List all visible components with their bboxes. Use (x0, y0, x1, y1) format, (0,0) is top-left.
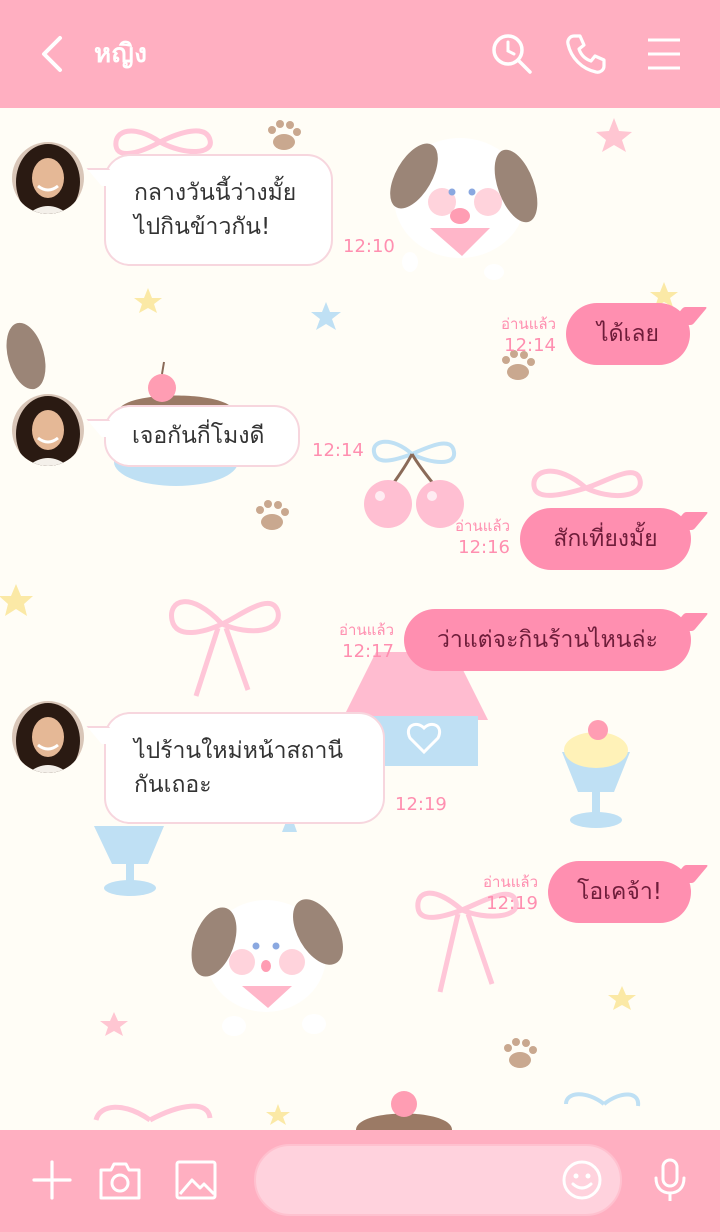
message-text: ว่าแต่จะกินร้านไหนล่ะ (437, 627, 658, 653)
puppy-illustration (191, 899, 343, 1036)
outgoing-message-bubble[interactable]: สักเที่ยงมั้ย (520, 508, 691, 570)
message-composer-bar (0, 1130, 720, 1232)
read-receipt: อ่านแล้ว 12:19 (483, 872, 538, 916)
message-text-line: กลางวันนี้ว่างมั้ย (134, 180, 297, 206)
message-timestamp: 12:10 (343, 236, 395, 257)
read-receipt: อ่านแล้ว 12:14 (501, 314, 556, 358)
message-text: สักเที่ยงมั้ย (553, 526, 658, 552)
message-timestamp: 12:14 (312, 440, 364, 461)
contact-name[interactable]: หญิง (94, 32, 148, 76)
outgoing-message-bubble[interactable]: โอเคจ้า! (548, 861, 691, 923)
message-input-field[interactable] (254, 1144, 622, 1216)
cake-illustration (356, 1091, 452, 1130)
chat-header: หญิง (0, 0, 720, 108)
message-timestamp: 12:16 (458, 537, 510, 558)
outgoing-message-bubble[interactable]: ได้เลย (566, 303, 690, 365)
message-text-line: กันเถอะ (134, 772, 212, 798)
back-chevron-icon[interactable] (36, 32, 72, 76)
message-input[interactable] (276, 1164, 556, 1198)
read-receipt: อ่านแล้ว 12:16 (455, 516, 510, 560)
phone-icon[interactable] (562, 30, 610, 78)
contact-avatar[interactable] (12, 142, 84, 214)
message-text-line: ไปกินข้าวกัน! (134, 214, 271, 240)
message-text: โอเคจ้า! (576, 879, 663, 905)
message-timestamp: 12:19 (395, 794, 447, 815)
read-status: อ่านแล้ว (501, 315, 556, 333)
message-text: ได้เลย (597, 321, 659, 347)
contact-avatar[interactable] (12, 394, 84, 466)
outgoing-message-bubble[interactable]: ว่าแต่จะกินร้านไหนล่ะ (404, 609, 691, 671)
message-timestamp: 12:14 (504, 335, 556, 356)
plus-icon[interactable] (28, 1156, 76, 1204)
cherry-icon (364, 453, 464, 528)
image-icon[interactable] (172, 1156, 220, 1204)
incoming-message-bubble[interactable]: ไปร้านใหม่หน้าสถานี กันเถอะ (104, 712, 385, 824)
camera-icon[interactable] (96, 1156, 144, 1204)
contact-avatar[interactable] (12, 701, 84, 773)
message-text-line: เจอกันกี่โมงดี (132, 423, 265, 449)
message-text-line: ไปร้านใหม่หน้าสถานี (134, 738, 344, 764)
incoming-message-bubble[interactable]: กลางวันนี้ว่างมั้ย ไปกินข้าวกัน! (104, 154, 333, 266)
message-timestamp: 12:17 (342, 641, 394, 662)
emoji-icon[interactable] (558, 1156, 606, 1204)
message-timestamp: 12:19 (486, 893, 538, 914)
read-status: อ่านแล้ว (455, 517, 510, 535)
incoming-message-bubble[interactable]: เจอกันกี่โมงดี (104, 405, 300, 467)
microphone-icon[interactable] (646, 1156, 694, 1204)
read-status: อ่านแล้ว (339, 621, 394, 639)
puppy-illustration (390, 138, 538, 280)
menu-icon[interactable] (640, 30, 688, 78)
read-status: อ่านแล้ว (483, 873, 538, 891)
read-receipt: อ่านแล้ว 12:17 (339, 620, 394, 664)
search-history-icon[interactable] (488, 30, 536, 78)
